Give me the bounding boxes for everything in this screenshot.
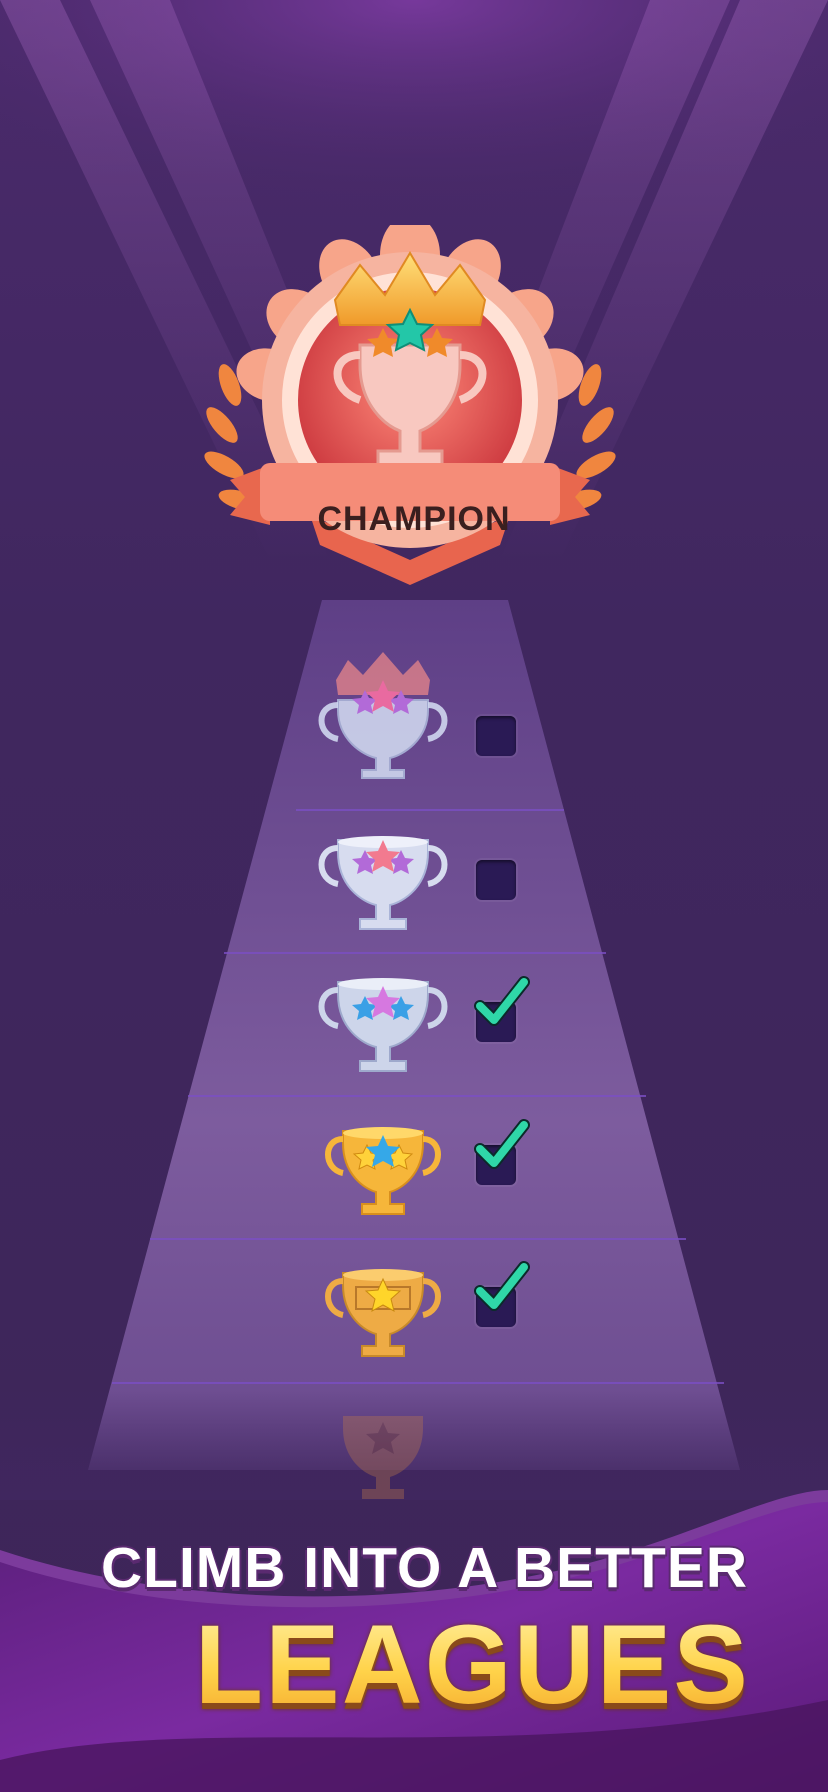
- checkmark-icon: [474, 976, 530, 1026]
- bronze-trophy-icon: [325, 1269, 441, 1357]
- platinum-trophy-icon: [318, 836, 448, 930]
- league-checkbox: [476, 716, 516, 756]
- checkmark-icon: [474, 1119, 530, 1169]
- silver-trophy-icon: [318, 978, 448, 1072]
- champion-label: CHAMPION: [317, 500, 511, 538]
- headline-line2: LEAGUES: [194, 1602, 750, 1727]
- platinum-crown-trophy-icon: [318, 652, 448, 779]
- champion-badge: [204, 225, 616, 585]
- league-checkbox: [476, 860, 516, 900]
- gold-trophy-icon: [325, 1127, 441, 1215]
- league-row-gold: [0, 1115, 828, 1257]
- headline-line1: CLIMB INTO A BETTER: [100, 1536, 748, 1600]
- league-checkbox: [474, 1119, 530, 1185]
- checkmark-icon: [474, 1261, 530, 1311]
- league-row-bronze-gold: [0, 1257, 828, 1399]
- league-row-platinum-crown: [0, 650, 828, 792]
- league-checkbox: [474, 1261, 530, 1327]
- league-row-silver: [0, 962, 828, 1104]
- league-row-platinum: [0, 820, 828, 962]
- league-checkbox: [474, 976, 530, 1042]
